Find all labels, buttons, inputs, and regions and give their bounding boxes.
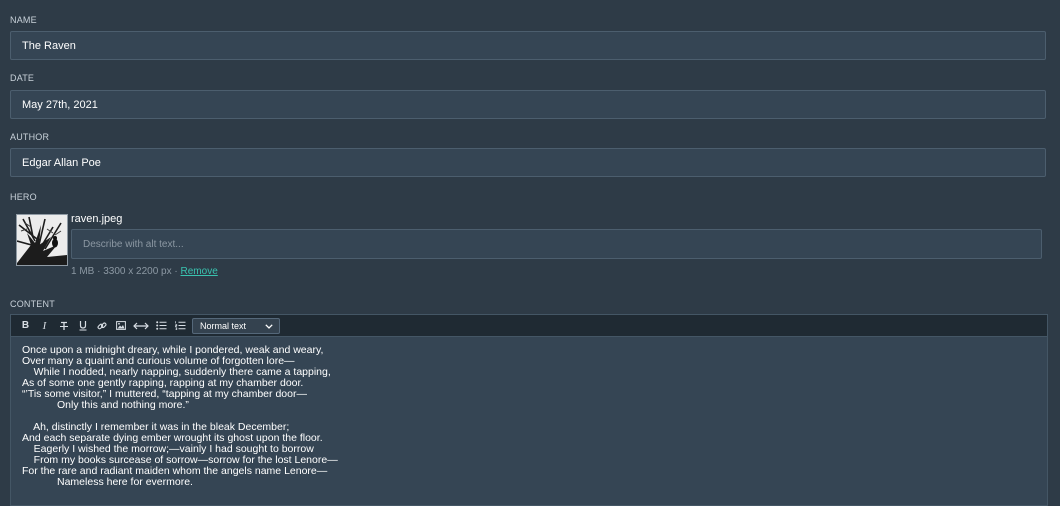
- text-format-value: Normal text: [200, 320, 247, 331]
- chevron-down-icon: [265, 321, 273, 331]
- content-editor[interactable]: Once upon a midnight dreary, while I pon…: [10, 336, 1048, 506]
- italic-icon[interactable]: I: [35, 317, 54, 335]
- content-label: CONTENT: [10, 299, 55, 309]
- link-icon[interactable]: [92, 317, 111, 335]
- meta-separator: ·: [171, 266, 181, 277]
- content-line: Nameless here for evermore.: [22, 476, 193, 488]
- underline-icon[interactable]: [73, 317, 92, 335]
- date-input[interactable]: [10, 90, 1046, 119]
- hero-meta: 1 MB · 3300 x 2200 px · Remove: [71, 266, 218, 277]
- text-format-select[interactable]: Normal text: [192, 317, 280, 334]
- image-icon[interactable]: [111, 317, 130, 335]
- meta-separator: ·: [94, 266, 104, 277]
- author-input[interactable]: [10, 148, 1046, 177]
- date-label: DATE: [10, 73, 35, 83]
- author-label: AUTHOR: [10, 132, 50, 142]
- name-label: NAME: [10, 15, 37, 25]
- strikethrough-icon[interactable]: [54, 317, 73, 335]
- hero-label: HERO: [10, 192, 37, 202]
- remove-hero-link[interactable]: Remove: [181, 266, 218, 277]
- hero-dimensions: 3300 x 2200 px: [103, 266, 172, 277]
- alt-text-input[interactable]: [71, 229, 1042, 259]
- content-line: Only this and nothing more.”: [22, 399, 189, 411]
- bold-icon[interactable]: B: [16, 317, 35, 335]
- editor-toolbar: B I Normal text: [10, 314, 1048, 336]
- hero-thumbnail: [16, 214, 68, 266]
- numbered-list-icon[interactable]: [171, 317, 190, 335]
- hero-file-size: 1 MB: [71, 266, 95, 277]
- bullet-list-icon[interactable]: [152, 317, 171, 335]
- hero-filename: raven.jpeg: [71, 213, 123, 225]
- name-input[interactable]: [10, 31, 1046, 60]
- horizontal-rule-icon[interactable]: [130, 317, 152, 335]
